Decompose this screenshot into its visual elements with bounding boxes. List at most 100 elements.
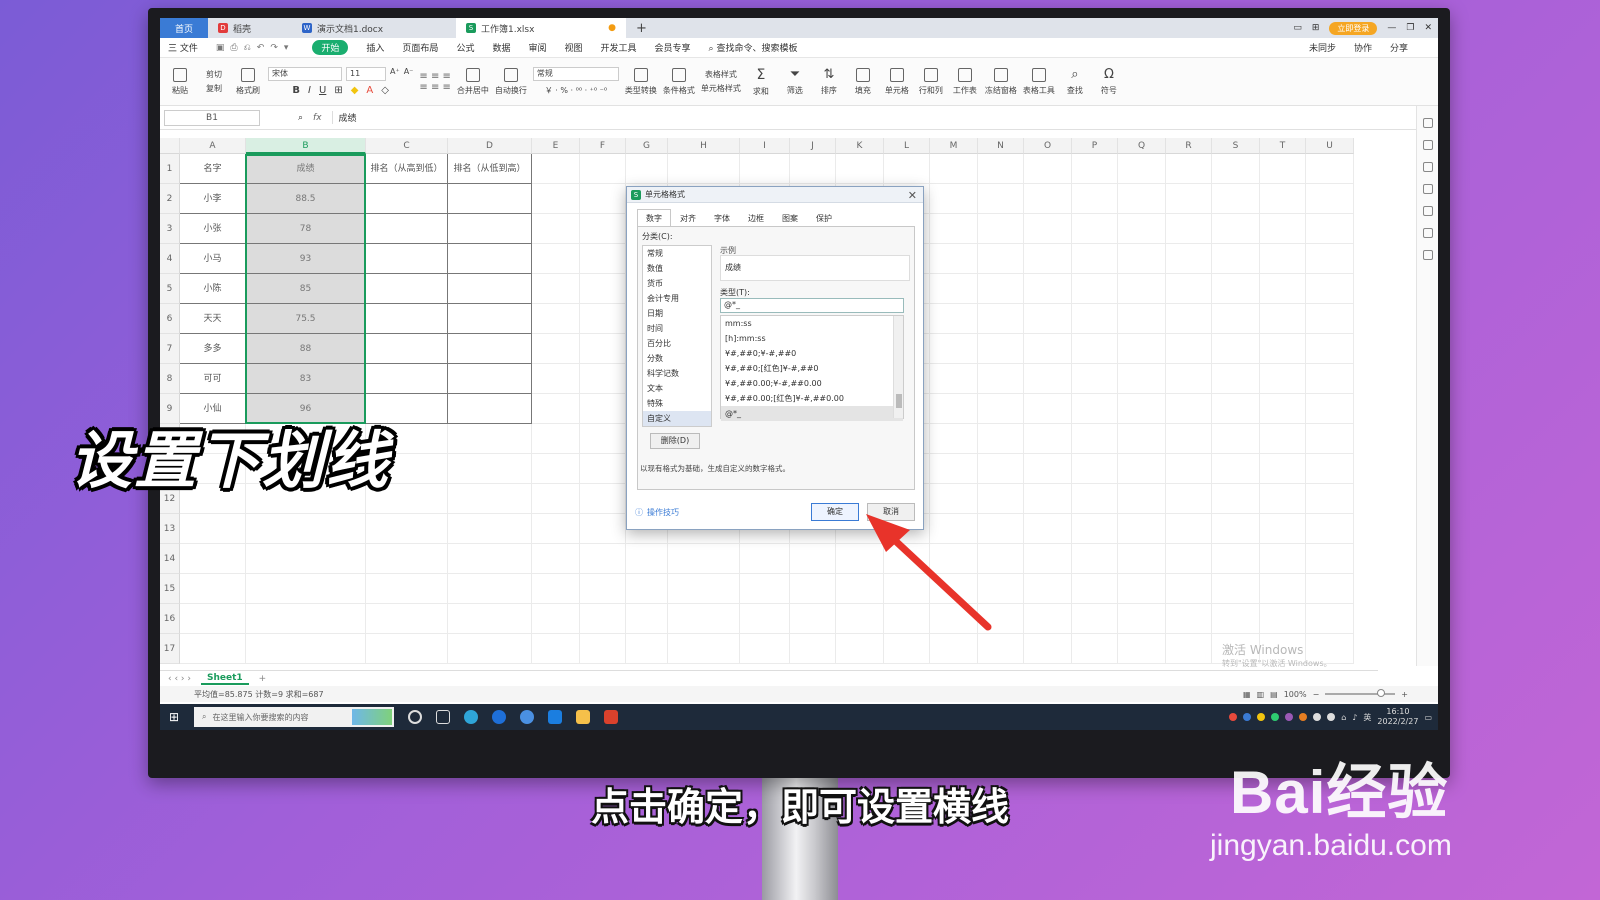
cell-c1[interactable]: 排名（从高到低） [366, 154, 448, 184]
cell-e12[interactable] [532, 484, 580, 514]
cell-a8[interactable]: 可可 [180, 364, 246, 394]
column-header-h[interactable]: H [668, 138, 740, 154]
cell-r9[interactable] [1166, 394, 1212, 424]
cell-m9[interactable] [930, 394, 978, 424]
sidebar-tool-icon[interactable] [1422, 118, 1433, 128]
sort-button[interactable]: ⇅ 排序 [815, 67, 843, 96]
column-header-c[interactable]: C [366, 138, 448, 154]
column-header-j[interactable]: J [790, 138, 836, 154]
sync-status[interactable]: 未同步 [1309, 41, 1336, 54]
view-normal-icon[interactable]: ▦ [1243, 690, 1251, 699]
copy-label[interactable]: 复制 [206, 83, 222, 94]
column-header-b[interactable]: B [246, 138, 366, 154]
cell-q14[interactable] [1118, 544, 1166, 574]
cell-d12[interactable] [448, 484, 532, 514]
cell-e17[interactable] [532, 634, 580, 664]
cell-m3[interactable] [930, 214, 978, 244]
cell-t11[interactable] [1260, 454, 1306, 484]
type-item[interactable]: ¥#,##0.00;¥-#,##0.00 [721, 376, 903, 391]
cell-g17[interactable] [626, 634, 668, 664]
cell-a17[interactable] [180, 634, 246, 664]
category-item[interactable]: 科学记数 [643, 366, 711, 381]
cell-d11[interactable] [448, 454, 532, 484]
quick-access-icons[interactable]: ▣⎙⎌↶↷▾ [216, 43, 295, 53]
cell-q5[interactable] [1118, 274, 1166, 304]
type-list[interactable]: mm:ss [h]:mm:ss ¥#,##0;¥-#,##0 ¥#,##0;[红色]¥… [720, 315, 904, 421]
cell-k15[interactable] [836, 574, 884, 604]
cell-h14[interactable] [668, 544, 740, 574]
paste-button[interactable]: 粘贴 [166, 67, 194, 96]
view-preview-icon[interactable]: ▤ [1270, 690, 1278, 699]
share-button[interactable]: 分享 [1390, 41, 1408, 54]
type-item[interactable]: ¥#,##0;[红色]¥-#,##0 [721, 361, 903, 376]
cell-t3[interactable] [1260, 214, 1306, 244]
cell-b3[interactable]: 78 [246, 214, 366, 244]
cell-o17[interactable] [1024, 634, 1072, 664]
cell-b4[interactable]: 93 [246, 244, 366, 274]
border-icon[interactable]: ⊞ [334, 85, 342, 96]
cell-q7[interactable] [1118, 334, 1166, 364]
task-view-icon[interactable] [436, 710, 450, 724]
dialog-close-icon[interactable]: ✕ [908, 189, 917, 202]
cell-a15[interactable] [180, 574, 246, 604]
type-item[interactable]: mm:ss [721, 316, 903, 331]
cell-c13[interactable] [366, 514, 448, 544]
cell-e3[interactable] [532, 214, 580, 244]
cell-o2[interactable] [1024, 184, 1072, 214]
cell-m6[interactable] [930, 304, 978, 334]
cell-f4[interactable] [580, 244, 626, 274]
explorer-icon[interactable] [576, 710, 590, 724]
category-item[interactable]: 文本 [643, 381, 711, 396]
cell-k14[interactable] [836, 544, 884, 574]
edge-icon[interactable] [464, 710, 478, 724]
cell-d2[interactable] [448, 184, 532, 214]
cell-u8[interactable] [1306, 364, 1354, 394]
cell-c14[interactable] [366, 544, 448, 574]
cell-p7[interactable] [1072, 334, 1118, 364]
tab-home[interactable]: 首页 [160, 18, 208, 38]
cell-r3[interactable] [1166, 214, 1212, 244]
cell-m4[interactable] [930, 244, 978, 274]
cell-t13[interactable] [1260, 514, 1306, 544]
cell-d14[interactable] [448, 544, 532, 574]
cell-d13[interactable] [448, 514, 532, 544]
cell-o6[interactable] [1024, 304, 1072, 334]
cell-c6[interactable] [366, 304, 448, 334]
cell-c15[interactable] [366, 574, 448, 604]
row-header-8[interactable]: 8 [160, 364, 180, 394]
cell-s11[interactable] [1212, 454, 1260, 484]
cell-s15[interactable] [1212, 574, 1260, 604]
category-item[interactable]: 分数 [643, 351, 711, 366]
cell-d16[interactable] [448, 604, 532, 634]
cell-p3[interactable] [1072, 214, 1118, 244]
cell-m7[interactable] [930, 334, 978, 364]
sidebar-doc-icon[interactable] [1422, 184, 1433, 194]
cell-j16[interactable] [790, 604, 836, 634]
cell-p1[interactable] [1072, 154, 1118, 184]
cell-c8[interactable] [366, 364, 448, 394]
font-name-select[interactable]: 宋体 [268, 67, 342, 81]
cell-t8[interactable] [1260, 364, 1306, 394]
tray-app-icon[interactable] [1299, 713, 1308, 721]
row-header-15[interactable]: 15 [160, 574, 180, 604]
cell-s13[interactable] [1212, 514, 1260, 544]
column-header-g[interactable]: G [626, 138, 668, 154]
category-item[interactable]: 自定义 [643, 411, 711, 426]
cell-m14[interactable] [930, 544, 978, 574]
view-page-icon[interactable]: ▥ [1257, 690, 1265, 699]
network-icon[interactable]: ⌂ [1341, 713, 1346, 722]
cell-h1[interactable] [668, 154, 740, 184]
cell-t2[interactable] [1260, 184, 1306, 214]
sheet-tab-sheet1[interactable]: Sheet1 [200, 673, 249, 685]
table-tools-button[interactable]: 表格工具 [1023, 67, 1055, 96]
cell-g14[interactable] [626, 544, 668, 574]
cell-a14[interactable] [180, 544, 246, 574]
cell-u6[interactable] [1306, 304, 1354, 334]
cell-u12[interactable] [1306, 484, 1354, 514]
cell-t9[interactable] [1260, 394, 1306, 424]
column-header-p[interactable]: P [1072, 138, 1118, 154]
sidebar-cursor-icon[interactable] [1422, 140, 1433, 150]
cell-e2[interactable] [532, 184, 580, 214]
cell-o3[interactable] [1024, 214, 1072, 244]
cell-n10[interactable] [978, 424, 1024, 454]
